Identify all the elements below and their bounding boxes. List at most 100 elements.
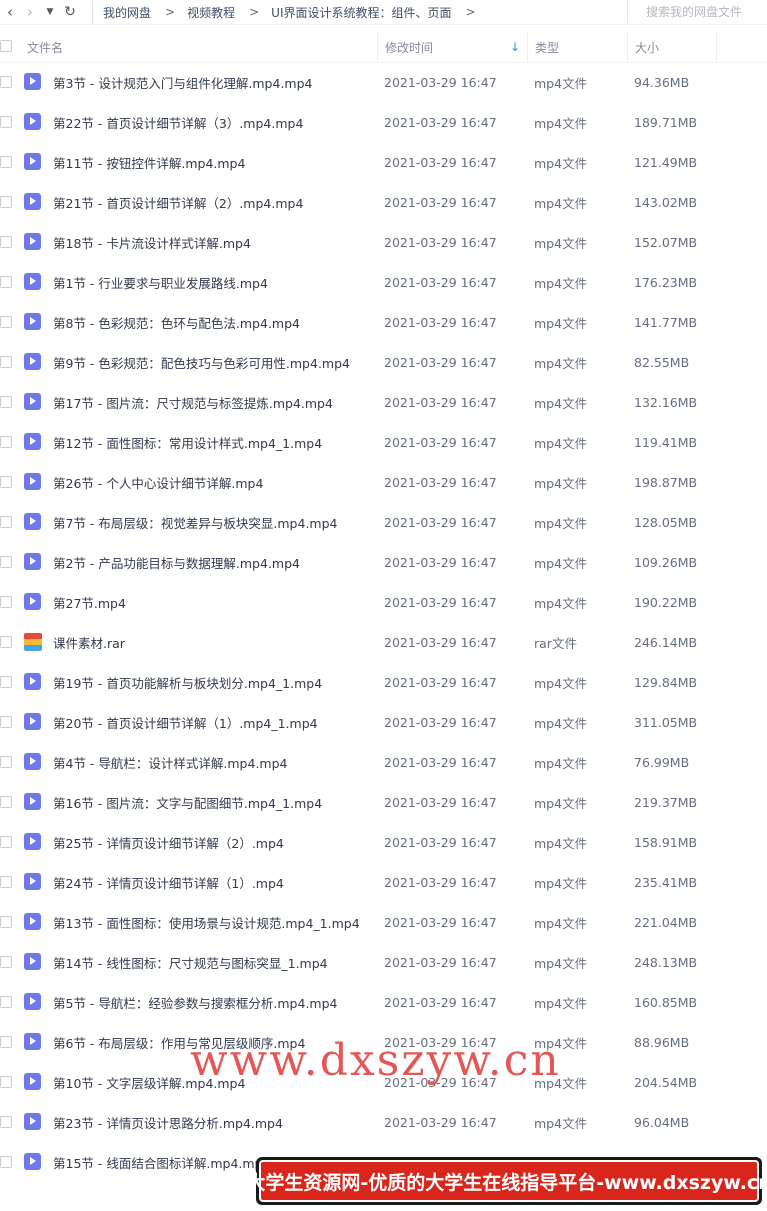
- row-checkbox[interactable]: [0, 516, 12, 528]
- file-row[interactable]: 第17节 - 图片流：尺寸规范与标签提炼.mp4.mp4 2021-03-29 1…: [0, 382, 767, 422]
- file-row[interactable]: 第1节 - 行业要求与职业发展路线.mp4 2021-03-29 16:47 mp4…: [0, 262, 767, 302]
- file-size: 219.37MB: [634, 794, 698, 810]
- file-name[interactable]: 第27节.mp4: [53, 582, 126, 622]
- file-row[interactable]: 第12节 - 面性图标：常用设计样式.mp4_1.mp4 2021-03-29 1…: [0, 422, 767, 462]
- column-header-name[interactable]: 文件名: [20, 32, 376, 62]
- file-row[interactable]: 第14节 - 线性图标：尺寸规范与图标突显_1.mp4 2021-03-29 16…: [0, 942, 767, 982]
- row-checkbox[interactable]: [0, 756, 12, 768]
- row-checkbox[interactable]: [0, 436, 12, 448]
- breadcrumb-item-video-tutorials[interactable]: 视频教程: [187, 4, 235, 21]
- file-name[interactable]: 第26节 - 个人中心设计细节详解.mp4: [53, 462, 263, 502]
- file-row[interactable]: 第11节 - 按钮控件详解.mp4.mp4 2021-03-29 16:47 mp4…: [0, 142, 767, 182]
- file-name[interactable]: 第23节 - 详情页设计思路分析.mp4.mp4: [53, 1102, 283, 1142]
- file-modified-time: 2021-03-29 16:47: [384, 1114, 497, 1130]
- breadcrumb-item-current-folder[interactable]: UI界面设计系统教程：组件、页面: [271, 4, 451, 21]
- file-name[interactable]: 第16节 - 图片流：文字与配图细节.mp4_1.mp4: [53, 782, 322, 822]
- row-checkbox[interactable]: [0, 596, 12, 608]
- file-name[interactable]: 第12节 - 面性图标：常用设计样式.mp4_1.mp4: [53, 422, 322, 462]
- breadcrumb-item-my-disk[interactable]: 我的网盘: [103, 4, 151, 21]
- file-name[interactable]: 第14节 - 线性图标：尺寸规范与图标突显_1.mp4: [53, 942, 328, 982]
- file-name[interactable]: 第3节 - 设计规范入门与组件化理解.mp4.mp4: [53, 62, 313, 102]
- file-row[interactable]: 第27节.mp4 2021-03-29 16:47 mp4文件 190.22MB: [0, 582, 767, 622]
- chevron-left-icon[interactable]: ‹: [0, 1, 20, 23]
- file-name[interactable]: 第4节 - 导航栏：设计样式详解.mp4.mp4: [53, 742, 288, 782]
- file-name[interactable]: 第7节 - 布局层级：视觉差异与板块突显.mp4.mp4: [53, 502, 338, 542]
- file-row[interactable]: 课件素材.rar 2021-03-29 16:47 rar文件 246.14MB: [0, 622, 767, 662]
- column-header-modified[interactable]: 修改时间 ↓: [377, 32, 526, 62]
- row-checkbox[interactable]: [0, 1036, 12, 1048]
- file-name[interactable]: 第13节 - 面性图标：使用场景与设计规范.mp4_1.mp4: [53, 902, 360, 942]
- file-row[interactable]: 第4节 - 导航栏：设计样式详解.mp4.mp4 2021-03-29 16:47…: [0, 742, 767, 782]
- row-checkbox[interactable]: [0, 636, 12, 648]
- row-checkbox[interactable]: [0, 796, 12, 808]
- file-name[interactable]: 第2节 - 产品功能目标与数据理解.mp4.mp4: [53, 542, 300, 582]
- file-name[interactable]: 第19节 - 首页功能解析与板块划分.mp4_1.mp4: [53, 662, 322, 702]
- file-name[interactable]: 第11节 - 按钮控件详解.mp4.mp4: [53, 142, 245, 182]
- row-checkbox[interactable]: [0, 76, 12, 88]
- file-row[interactable]: 第23节 - 详情页设计思路分析.mp4.mp4 2021-03-29 16:47…: [0, 1102, 767, 1142]
- file-name[interactable]: 第24节 - 详情页设计细节详解（1）.mp4: [53, 862, 284, 902]
- row-checkbox[interactable]: [0, 276, 12, 288]
- file-name[interactable]: 第17节 - 图片流：尺寸规范与标签提炼.mp4.mp4: [53, 382, 333, 422]
- file-modified-time: 2021-03-29 16:47: [384, 554, 497, 570]
- row-checkbox[interactable]: [0, 476, 12, 488]
- file-row[interactable]: 第21节 - 首页设计细节详解（2）.mp4.mp4 2021-03-29 16:…: [0, 182, 767, 222]
- file-row[interactable]: 第9节 - 色彩规范：配色技巧与色彩可用性.mp4.mp4 2021-03-29 …: [0, 342, 767, 382]
- row-checkbox[interactable]: [0, 156, 12, 168]
- row-checkbox[interactable]: [0, 1076, 12, 1088]
- file-row[interactable]: 第13节 - 面性图标：使用场景与设计规范.mp4_1.mp4 2021-03-2…: [0, 902, 767, 942]
- row-checkbox[interactable]: [0, 396, 12, 408]
- file-row[interactable]: 第20节 - 首页设计细节详解（1）.mp4_1.mp4 2021-03-29 1…: [0, 702, 767, 742]
- row-checkbox[interactable]: [0, 716, 12, 728]
- row-checkbox[interactable]: [0, 1116, 12, 1128]
- row-checkbox[interactable]: [0, 1156, 12, 1168]
- row-checkbox[interactable]: [0, 556, 12, 568]
- row-checkbox[interactable]: [0, 196, 12, 208]
- file-row[interactable]: 第8节 - 色彩规范：色环与配色法.mp4.mp4 2021-03-29 16:4…: [0, 302, 767, 342]
- chevron-right-icon[interactable]: ›: [20, 1, 40, 23]
- file-row[interactable]: 第22节 - 首页设计细节详解（3）.mp4.mp4 2021-03-29 16:…: [0, 102, 767, 142]
- file-row[interactable]: 第24节 - 详情页设计细节详解（1）.mp4 2021-03-29 16:47 m…: [0, 862, 767, 902]
- row-checkbox[interactable]: [0, 876, 12, 888]
- arrow-down-icon: ↓: [509, 40, 520, 54]
- file-name[interactable]: 第9节 - 色彩规范：配色技巧与色彩可用性.mp4.mp4: [53, 342, 350, 382]
- file-name[interactable]: 第21节 - 首页设计细节详解（2）.mp4.mp4: [53, 182, 303, 222]
- file-size: 143.02MB: [634, 194, 698, 210]
- file-row[interactable]: 第25节 - 详情页设计细节详解（2）.mp4 2021-03-29 16:47 m…: [0, 822, 767, 862]
- file-name[interactable]: 第25节 - 详情页设计细节详解（2）.mp4: [53, 822, 284, 862]
- row-checkbox[interactable]: [0, 676, 12, 688]
- video-file-icon: [24, 833, 41, 850]
- row-checkbox[interactable]: [0, 916, 12, 928]
- row-checkbox[interactable]: [0, 236, 12, 248]
- refresh-icon[interactable]: ↻: [60, 1, 80, 23]
- file-row[interactable]: 第26节 - 个人中心设计细节详解.mp4 2021-03-29 16:47 mp4…: [0, 462, 767, 502]
- column-header-size[interactable]: 大小: [627, 32, 717, 62]
- file-row[interactable]: 第16节 - 图片流：文字与配图细节.mp4_1.mp4 2021-03-29 1…: [0, 782, 767, 822]
- file-name[interactable]: 课件素材.rar: [53, 622, 125, 662]
- row-checkbox[interactable]: [0, 996, 12, 1008]
- search-input[interactable]: 搜索我的网盘文件: [627, 0, 767, 23]
- file-row[interactable]: 第2节 - 产品功能目标与数据理解.mp4.mp4 2021-03-29 16:4…: [0, 542, 767, 582]
- file-row[interactable]: 第19节 - 首页功能解析与板块划分.mp4_1.mp4 2021-03-29 1…: [0, 662, 767, 702]
- file-row[interactable]: 第7节 - 布局层级：视觉差异与板块突显.mp4.mp4 2021-03-29 1…: [0, 502, 767, 542]
- file-name[interactable]: 第22节 - 首页设计细节详解（3）.mp4.mp4: [53, 102, 303, 142]
- row-checkbox[interactable]: [0, 836, 12, 848]
- file-modified-time: 2021-03-29 16:47: [384, 314, 497, 330]
- row-checkbox[interactable]: [0, 316, 12, 328]
- file-row[interactable]: 第5节 - 导航栏：经验参数与搜索框分析.mp4.mp4 2021-03-29 1…: [0, 982, 767, 1022]
- file-name[interactable]: 第5节 - 导航栏：经验参数与搜索框分析.mp4.mp4: [53, 982, 338, 1022]
- column-header-type[interactable]: 类型: [527, 32, 626, 62]
- row-checkbox[interactable]: [0, 956, 12, 968]
- file-row[interactable]: 第18节 - 卡片流设计样式详解.mp4 2021-03-29 16:47 mp4文…: [0, 222, 767, 262]
- file-name[interactable]: 第1节 - 行业要求与职业发展路线.mp4: [53, 262, 268, 302]
- caret-down-icon[interactable]: ▼: [40, 1, 60, 23]
- file-name[interactable]: 第20节 - 首页设计细节详解（1）.mp4_1.mp4: [53, 702, 318, 742]
- file-name[interactable]: 第15节 - 线面结合图标详解.mp4.mp4: [53, 1142, 270, 1182]
- select-all-checkbox[interactable]: [0, 40, 12, 52]
- column-header-modified-label: 修改时间: [385, 40, 434, 55]
- row-checkbox[interactable]: [0, 116, 12, 128]
- row-checkbox[interactable]: [0, 356, 12, 368]
- file-row[interactable]: 第3节 - 设计规范入门与组件化理解.mp4.mp4 2021-03-29 16:…: [0, 62, 767, 102]
- file-name[interactable]: 第8节 - 色彩规范：色环与配色法.mp4.mp4: [53, 302, 300, 342]
- file-name[interactable]: 第18节 - 卡片流设计样式详解.mp4: [53, 222, 251, 262]
